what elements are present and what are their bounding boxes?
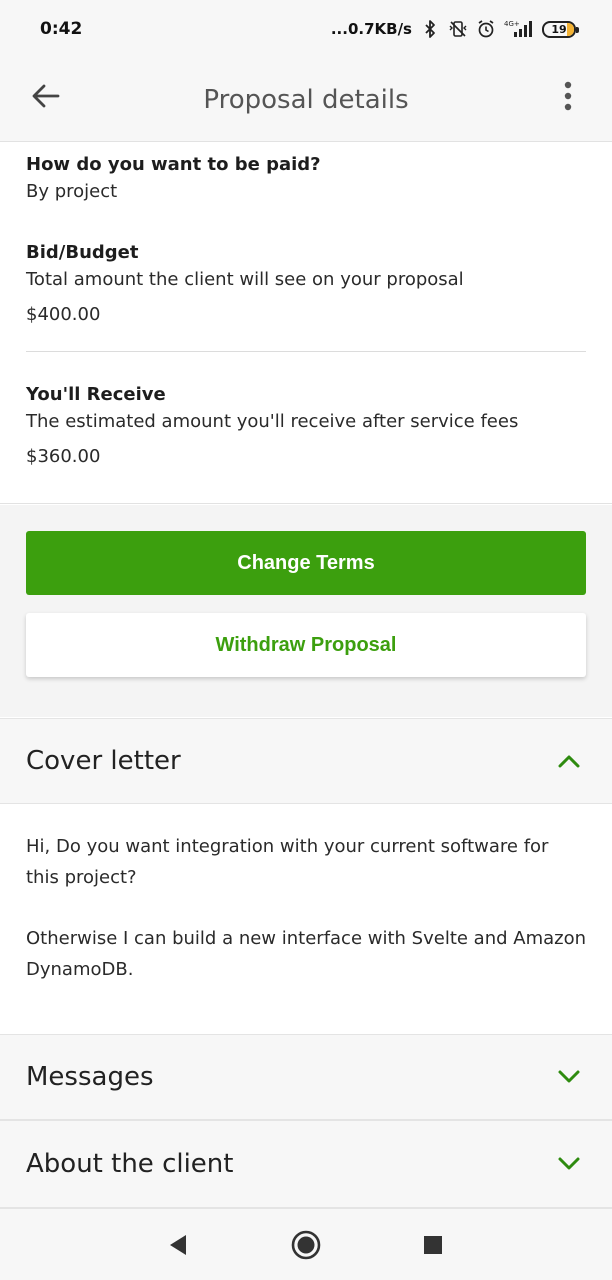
payment-value: By project bbox=[26, 181, 118, 202]
arrow-left-icon bbox=[32, 84, 60, 108]
bid-budget-block: Bid/Budget Total amount the client will … bbox=[26, 240, 586, 329]
divider bbox=[26, 351, 586, 352]
cover-letter-body: Hi, Do you want integration with your cu… bbox=[0, 805, 612, 1034]
payment-question: How do you want to be paid? bbox=[26, 154, 321, 175]
change-terms-button[interactable]: Change Terms bbox=[26, 531, 586, 595]
status-bar: 0:42 ...0.7KB/s 4G+ 19 bbox=[0, 0, 612, 58]
circle-home-icon bbox=[291, 1230, 321, 1260]
cover-letter-paragraph: Hi, Do you want integration with your cu… bbox=[26, 836, 549, 888]
alarm-icon bbox=[476, 19, 496, 39]
more-options-button[interactable] bbox=[550, 76, 586, 116]
messages-title: Messages bbox=[26, 1062, 154, 1092]
payment-type-block: How do you want to be paid? By project bbox=[26, 152, 586, 230]
withdraw-proposal-button[interactable]: Withdraw Proposal bbox=[26, 613, 586, 677]
nav-recents-button[interactable] bbox=[415, 1227, 451, 1263]
signal-icon: 4G+ bbox=[504, 19, 534, 39]
network-speed: ...0.7KB/s bbox=[330, 20, 412, 38]
system-nav-bar bbox=[0, 1208, 612, 1280]
bid-amount: $400.00 bbox=[26, 304, 101, 325]
receive-label: You'll Receive bbox=[26, 384, 166, 405]
bluetooth-icon bbox=[420, 19, 440, 39]
triangle-back-icon bbox=[170, 1235, 186, 1255]
proposal-terms: How do you want to be paid? By project B… bbox=[0, 142, 612, 504]
network-type: 4G+ bbox=[504, 20, 520, 28]
battery-level: 19 bbox=[551, 22, 567, 36]
chevron-down-icon bbox=[556, 1151, 582, 1177]
cover-letter-paragraph: Otherwise I can build a new interface wi… bbox=[26, 928, 587, 980]
vibrate-off-icon bbox=[448, 19, 468, 39]
about-client-title: About the client bbox=[26, 1149, 234, 1179]
battery-icon: 19 bbox=[542, 20, 579, 38]
cover-letter-title: Cover letter bbox=[26, 746, 181, 776]
page-title: Proposal details bbox=[203, 84, 409, 115]
receive-description: The estimated amount you'll receive afte… bbox=[26, 411, 519, 432]
more-vertical-icon bbox=[564, 81, 572, 111]
status-time: 0:42 bbox=[40, 19, 83, 39]
receive-amount: $360.00 bbox=[26, 446, 101, 467]
chevron-down-icon bbox=[556, 1064, 582, 1090]
app-bar: Proposal details bbox=[0, 58, 612, 142]
receive-block: You'll Receive The estimated amount you'… bbox=[26, 382, 586, 471]
proposal-actions: Change Terms Withdraw Proposal bbox=[0, 505, 612, 717]
status-icons: ...0.7KB/s 4G+ 19 bbox=[330, 19, 579, 39]
square-recents-icon bbox=[424, 1236, 442, 1254]
bid-description: Total amount the client will see on your… bbox=[26, 269, 464, 290]
messages-header[interactable]: Messages bbox=[0, 1034, 612, 1120]
nav-back-button[interactable] bbox=[160, 1227, 196, 1263]
back-button[interactable] bbox=[26, 76, 66, 116]
nav-home-button[interactable] bbox=[288, 1227, 324, 1263]
chevron-up-icon bbox=[556, 748, 582, 774]
about-client-header[interactable]: About the client bbox=[0, 1120, 612, 1208]
cover-letter-header[interactable]: Cover letter bbox=[0, 718, 612, 804]
bid-label: Bid/Budget bbox=[26, 242, 139, 263]
